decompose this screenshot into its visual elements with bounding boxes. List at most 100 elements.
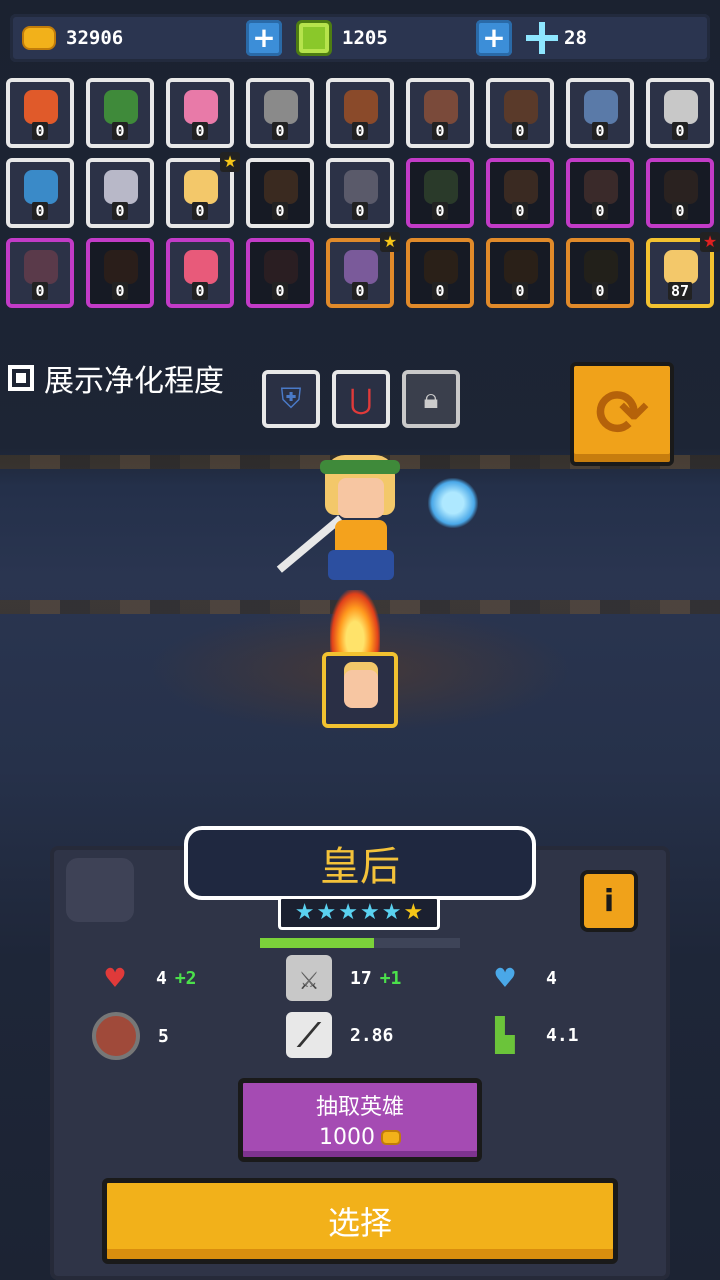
hero-slot[interactable]: 0 (406, 238, 474, 308)
gem-value: 1205 (342, 27, 388, 49)
hero-slot[interactable]: 0 (406, 158, 474, 228)
hero-slot[interactable]: 0 (246, 158, 314, 228)
energy-value: 5 (158, 1025, 169, 1047)
gem-counter: 1205 (296, 20, 388, 56)
hero-count: 0 (410, 122, 470, 140)
blade-icon: ⟋ (286, 1012, 332, 1058)
refresh-button[interactable]: ⟳ (570, 362, 674, 466)
blue-star-icon: ★ (360, 900, 380, 925)
hero-portrait (24, 170, 58, 204)
shield-badge-button[interactable]: ⛨ (262, 370, 320, 428)
hero-slot[interactable]: 0 (246, 238, 314, 308)
show-purify-label: 展示净化程度 (44, 364, 224, 399)
hero-slot[interactable]: 87 ★ (646, 232, 720, 308)
hero-portrait (344, 90, 378, 124)
hero-slot[interactable]: 0 (6, 158, 74, 228)
stat-energy: 5 (92, 1012, 169, 1060)
hero-slot[interactable]: 0 (166, 238, 234, 308)
hero-portrait (264, 170, 298, 204)
hero-slot[interactable]: 0 (566, 238, 634, 308)
lock-icon: 🔒︎ (423, 382, 439, 415)
hero-slot[interactable]: 0 (646, 78, 714, 148)
blue-star-icon: ★ (294, 900, 315, 925)
stat-crit: ⟋ 2.86 (286, 1012, 393, 1058)
crossed-swords-icon: ⚔ (286, 955, 332, 1001)
buy-gems-button[interactable]: + (476, 20, 512, 56)
hero-slot[interactable]: 0 (326, 158, 394, 228)
draw-cost: 1000 (319, 1125, 375, 1150)
hero-slot[interactable]: 0 ★ (166, 152, 240, 228)
hero-slot[interactable]: 0 (486, 78, 554, 148)
hp-bonus: +2 (174, 967, 197, 989)
star-badge-icon: ★ (380, 232, 400, 252)
fairy-pet-sprite (428, 478, 478, 528)
hero-portrait (184, 250, 218, 284)
coin-counter: 32906 (22, 22, 123, 54)
boot-icon: ▙ (495, 1016, 515, 1054)
stat-hp: ♥ 4 +2 (92, 955, 197, 1001)
hero-portrait (104, 90, 138, 124)
hero-slot[interactable]: 0 (86, 158, 154, 228)
hero-slot[interactable]: 0 (6, 78, 74, 148)
locked-slot-button[interactable]: 🔒︎ (402, 370, 460, 428)
show-purify-toggle[interactable]: 展示净化程度 (8, 356, 224, 400)
hero-portrait (584, 90, 618, 124)
coin-value: 32906 (66, 27, 124, 49)
hero-slot[interactable]: 0 (6, 238, 74, 308)
hero-count: 0 (410, 202, 470, 220)
hero-slot[interactable]: 0 (86, 238, 154, 308)
hero-star-rating: ★ ★ ★ ★ ★ ★ (278, 896, 440, 930)
draw-hero-button[interactable]: 抽取英雄 1000 (238, 1078, 482, 1162)
gold-star-icon: ★ (403, 900, 424, 925)
xp-fill (260, 938, 374, 948)
buy-coins-button[interactable]: + (246, 20, 282, 56)
hero-count: 0 (170, 202, 230, 220)
magnet-button[interactable]: ⋃ (332, 370, 390, 428)
hero-count: 0 (570, 122, 630, 140)
star-badge-icon: ★ (700, 232, 720, 252)
checkbox[interactable] (8, 365, 34, 391)
stat-armor: ♥ 4 (482, 955, 556, 1001)
hero-portrait (24, 250, 58, 284)
blue-heart-icon: ♥ (495, 959, 515, 997)
selected-hero-portrait[interactable] (322, 652, 398, 728)
hero-sprite (300, 450, 430, 600)
hero-count: 0 (10, 202, 70, 220)
hero-portrait (264, 90, 298, 124)
hero-portrait (424, 90, 458, 124)
speed-value: 4.1 (546, 1024, 579, 1046)
blue-star-icon: ★ (338, 900, 358, 925)
select-button[interactable]: 选择 (102, 1178, 618, 1264)
hero-portrait (424, 250, 458, 284)
hero-slot[interactable]: 0 (166, 78, 234, 148)
hero-slot[interactable]: 0 (246, 78, 314, 148)
hero-slot[interactable]: 0 (86, 78, 154, 148)
shield-icon: ⛨ (280, 382, 302, 415)
resource-bar: 32906 + 1205 + 28 (10, 14, 710, 62)
hero-count: 0 (490, 282, 550, 300)
hero-slot[interactable]: 0 (406, 78, 474, 148)
stat-attack: ⚔ 17 +1 (286, 955, 401, 1001)
hero-slot[interactable]: 0 (326, 78, 394, 148)
stat-speed: ▙ 4.1 (482, 1012, 579, 1058)
hero-slot[interactable]: 0 (486, 158, 554, 228)
hero-slot[interactable]: 0 (566, 78, 634, 148)
hero-slot[interactable]: 0 (646, 158, 714, 228)
hero-portrait (24, 90, 58, 124)
hero-portrait (664, 250, 698, 284)
hero-count: 0 (330, 282, 390, 300)
blue-star-icon: ★ (316, 900, 337, 925)
hero-count: 0 (650, 122, 710, 140)
info-button[interactable]: i (580, 870, 638, 932)
hero-slot[interactable]: 0 ★ (326, 232, 400, 308)
hero-portrait (584, 170, 618, 204)
coin-icon (22, 26, 56, 50)
hero-slot[interactable]: 0 (566, 158, 634, 228)
hero-count: 87 (650, 282, 710, 300)
xp-bar (260, 938, 460, 948)
hero-slot[interactable]: 0 (486, 238, 554, 308)
hero-name: 皇后 (320, 844, 400, 890)
hero-count: 0 (90, 282, 150, 300)
hero-portrait (424, 170, 458, 204)
info-icon: i (603, 883, 615, 919)
